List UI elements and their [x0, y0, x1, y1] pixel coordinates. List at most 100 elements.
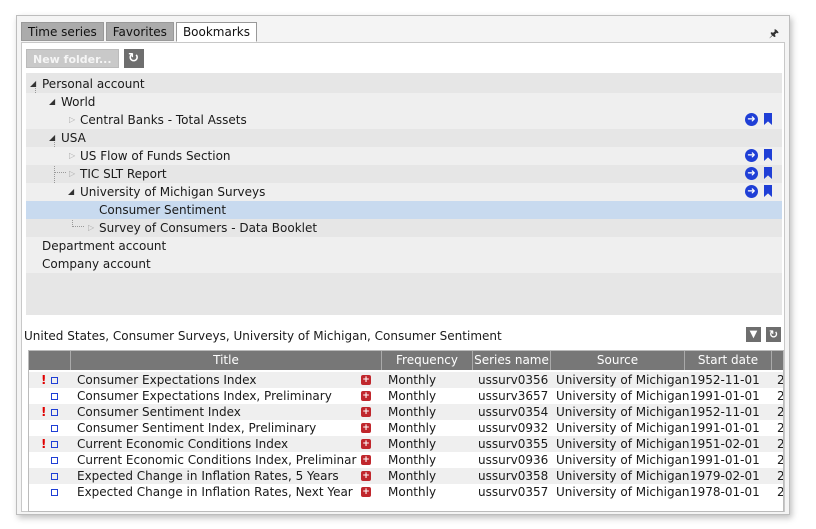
- tab-time-series[interactable]: Time series: [21, 22, 104, 41]
- warning-flag: !: [41, 373, 47, 387]
- checkbox-square-icon: [51, 489, 58, 496]
- column-header-title[interactable]: Title: [71, 351, 382, 370]
- table-row[interactable]: ! Consumer Sentiment Index + Monthly ussurv0…: [29, 404, 783, 420]
- open-arrow-icon[interactable]: ➜: [745, 149, 758, 162]
- tree-node-consumer-sentiment[interactable]: Consumer Sentiment: [26, 201, 782, 219]
- series-grid: Title Frequency Series name Source Start…: [28, 350, 784, 512]
- grid-header: Title Frequency Series name Source Start…: [29, 351, 783, 370]
- bookmarks-panel: Time series Favorites Bookmarks 🖈 New fo…: [16, 15, 790, 515]
- add-icon[interactable]: +: [361, 439, 371, 449]
- checkbox[interactable]: [51, 484, 58, 500]
- open-arrow-icon[interactable]: ➜: [745, 113, 758, 126]
- tree-node-world[interactable]: ◢ World: [26, 93, 782, 111]
- cell-series-name: ussurv0355: [478, 437, 549, 451]
- tree-node-label: University of Michigan Surveys: [80, 185, 266, 199]
- tree-node-label: Survey of Consumers - Data Booklet: [99, 221, 318, 235]
- tree-node-us-flow-of-funds[interactable]: ▷ US Flow of Funds Section ➜: [26, 147, 782, 165]
- bookmarks-toolbar: New folder... ↻: [26, 49, 144, 68]
- tree-node-survey-of-consumers[interactable]: ▷ Survey of Consumers - Data Booklet: [26, 219, 782, 237]
- table-row[interactable]: ! Current Economic Conditions Index + Month…: [29, 436, 783, 452]
- cell-source: University of Michigan: [556, 453, 690, 467]
- add-icon[interactable]: +: [361, 471, 371, 481]
- refresh-icon[interactable]: ↻: [123, 49, 144, 68]
- add-icon[interactable]: +: [361, 375, 371, 385]
- cell-source: University of Michigan: [556, 469, 690, 483]
- column-header-frequency[interactable]: Frequency: [382, 351, 473, 370]
- cell-title: Current Economic Conditions Index: [77, 437, 289, 451]
- checkbox[interactable]: [51, 420, 58, 436]
- table-row[interactable]: Consumer Expectations Index, Preliminary…: [29, 388, 783, 404]
- checkbox-square-icon: [51, 441, 58, 448]
- checkbox-square-icon: [51, 473, 58, 480]
- checkbox[interactable]: [51, 468, 58, 484]
- table-row[interactable]: ! Consumer Expectations Index + Monthly ussu…: [29, 372, 783, 388]
- tree-node-university-of-michigan[interactable]: ◢ University of Michigan Surveys ➜: [26, 183, 782, 201]
- tree-node-label: Personal account: [42, 77, 145, 91]
- warning-flag: !: [41, 405, 47, 419]
- cell-title: Consumer Expectations Index, Preliminary: [77, 389, 332, 403]
- add-icon[interactable]: +: [361, 455, 371, 465]
- tree-node-label: Department account: [42, 239, 167, 253]
- tree-node-central-banks[interactable]: ▷ Central Banks - Total Assets ➜: [26, 111, 782, 129]
- table-row[interactable]: Expected Change in Inflation Rates, 5 Ye…: [29, 468, 783, 484]
- column-header-series-name[interactable]: Series name: [473, 351, 551, 370]
- expanded-triangle-icon[interactable]: ◢: [49, 93, 55, 111]
- checkbox[interactable]: [51, 372, 58, 388]
- tree-node-tic-slt-report[interactable]: ▷ TIC SLT Report ➜: [26, 165, 782, 183]
- column-header-start-date[interactable]: Start date: [685, 351, 772, 370]
- cell-end-date: 2: [777, 437, 784, 451]
- tab-favorites[interactable]: Favorites: [105, 22, 174, 41]
- collapsed-triangle-icon[interactable]: ▷: [69, 111, 75, 129]
- tree-node-usa[interactable]: ◢ USA: [26, 129, 782, 147]
- cell-start-date: 1991-01-01: [690, 453, 760, 467]
- table-row[interactable]: Current Economic Conditions Index, Preli…: [29, 452, 783, 468]
- cell-series-name: ussurv0354: [478, 405, 549, 419]
- checkbox[interactable]: [51, 388, 58, 404]
- expanded-triangle-icon[interactable]: ◢: [49, 129, 55, 147]
- table-row[interactable]: Expected Change in Inflation Rates, Next…: [29, 484, 783, 500]
- table-row[interactable]: Consumer Sentiment Index, Preliminary + Mo…: [29, 420, 783, 436]
- tree-node-department-account[interactable]: Department account: [26, 237, 782, 255]
- checkbox[interactable]: [51, 404, 58, 420]
- cell-title: Consumer Expectations Index: [77, 373, 257, 387]
- cell-start-date: 1952-11-01: [690, 405, 760, 419]
- bookmark-icon[interactable]: [764, 149, 772, 161]
- new-folder-button[interactable]: New folder...: [26, 49, 119, 68]
- bookmark-tree: ◢ Personal account ◢ World ▷ Central Ban…: [26, 73, 782, 315]
- bookmark-icon[interactable]: [764, 167, 772, 179]
- collapsed-triangle-icon[interactable]: ▷: [69, 147, 75, 165]
- checkbox[interactable]: [51, 452, 58, 468]
- bookmark-icon[interactable]: [764, 113, 772, 125]
- checkbox[interactable]: [51, 436, 58, 452]
- open-arrow-icon[interactable]: ➜: [745, 185, 758, 198]
- tab-bookmarks[interactable]: Bookmarks: [175, 22, 257, 42]
- cell-series-name: ussurv0357: [478, 485, 549, 499]
- expanded-triangle-icon[interactable]: ◢: [30, 75, 36, 93]
- tree-node-company-account[interactable]: Company account: [26, 255, 782, 273]
- cell-start-date: 1978-01-01: [690, 485, 760, 499]
- tree-node-label: Consumer Sentiment: [99, 203, 227, 217]
- bookmark-icon[interactable]: [764, 185, 772, 197]
- filter-icon[interactable]: ▼: [746, 327, 761, 342]
- breadcrumb: United States, Consumer Surveys, Univers…: [24, 329, 502, 343]
- tab-strip: Time series Favorites Bookmarks: [21, 22, 259, 42]
- column-header-source[interactable]: Source: [551, 351, 685, 370]
- collapsed-triangle-icon[interactable]: ▷: [88, 219, 94, 237]
- cell-start-date: 1951-02-01: [690, 437, 760, 451]
- refresh-icon[interactable]: ↻: [766, 327, 781, 342]
- add-icon[interactable]: +: [361, 487, 371, 497]
- node-actions: ➜: [745, 113, 772, 126]
- cell-source: University of Michigan: [556, 389, 690, 403]
- collapsed-triangle-icon[interactable]: ▷: [69, 165, 75, 183]
- tree-node-personal-account[interactable]: ◢ Personal account: [26, 75, 782, 93]
- tree-node-label: World: [61, 95, 96, 109]
- add-icon[interactable]: +: [361, 407, 371, 417]
- expanded-triangle-icon[interactable]: ◢: [68, 183, 74, 201]
- add-icon[interactable]: +: [361, 391, 371, 401]
- add-icon[interactable]: +: [361, 423, 371, 433]
- column-header-end[interactable]: [772, 351, 783, 370]
- column-header-flags[interactable]: [29, 351, 71, 370]
- cell-frequency: Monthly: [388, 405, 437, 419]
- open-arrow-icon[interactable]: ➜: [745, 167, 758, 180]
- cell-title: Consumer Sentiment Index, Preliminary: [77, 421, 317, 435]
